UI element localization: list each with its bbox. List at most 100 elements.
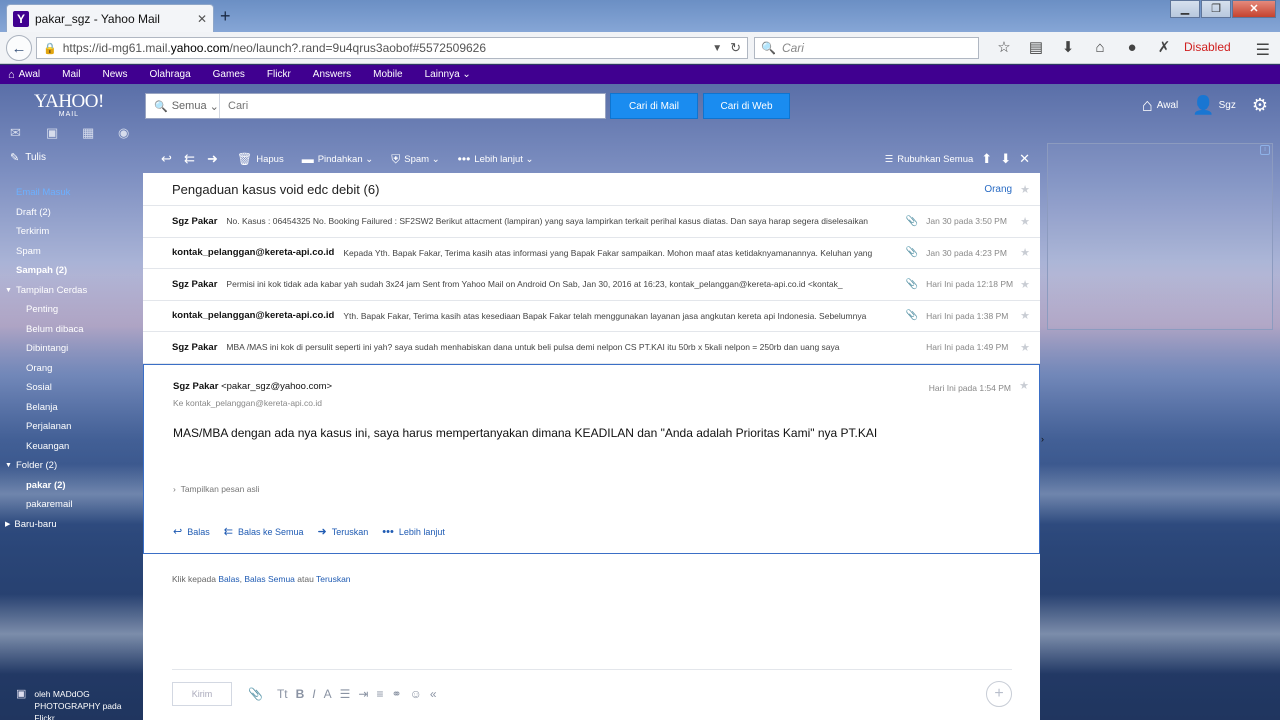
star-icon[interactable]: ★ xyxy=(1020,341,1030,354)
ynav-answers[interactable]: Answers xyxy=(313,69,351,80)
collapse-all-button[interactable]: Rubuhkan Semua xyxy=(897,154,973,165)
sidebar-collapse-arrow[interactable]: › xyxy=(1041,434,1044,444)
arrow-up-icon[interactable]: ⬆ xyxy=(981,151,992,167)
home-link[interactable]: Awal xyxy=(1157,100,1179,111)
hint-reply-link[interactable]: Balas xyxy=(218,574,239,584)
reply-icon[interactable]: ↩ xyxy=(161,151,184,167)
more-actions-button[interactable]: ••• Lebih lanjut xyxy=(382,525,445,538)
hint-forward-link[interactable]: Teruskan xyxy=(316,574,351,584)
star-icon[interactable]: ★ xyxy=(1020,183,1030,196)
arrow-down-icon[interactable]: ⬇ xyxy=(1000,151,1011,167)
sidebar-item-people[interactable]: Orang xyxy=(0,359,140,379)
sidebar-item-trash[interactable]: Sampah (2) xyxy=(0,261,140,281)
sidebar-item-inbox[interactable]: Email Masuk xyxy=(0,183,140,203)
maximize-button[interactable]: ❐ xyxy=(1201,0,1231,18)
show-original-link[interactable]: › Tampilkan pesan asli xyxy=(173,484,259,494)
close-icon[interactable]: ✕ xyxy=(1019,151,1030,167)
star-icon[interactable]: ★ xyxy=(1020,215,1030,228)
user-name[interactable]: Sgz xyxy=(1219,100,1236,111)
gear-icon[interactable]: ⚙ xyxy=(1252,95,1268,116)
sidebar-item-unread[interactable]: Belum dibaca xyxy=(0,320,140,340)
forward-icon[interactable]: ➜ xyxy=(207,151,230,167)
sidebar-item-important[interactable]: Penting xyxy=(0,300,140,320)
home-icon[interactable]: ⌂ xyxy=(1084,39,1116,56)
contacts-icon[interactable]: ▣ xyxy=(46,125,82,141)
ynav-olahraga[interactable]: Olahraga xyxy=(150,69,191,80)
chat-icon[interactable]: ● xyxy=(1116,39,1148,56)
home-icon[interactable]: ⌂ xyxy=(1142,95,1153,116)
addon-icon[interactable]: ✗ xyxy=(1148,38,1180,56)
message-row[interactable]: Sgz Pakar No. Kasus : 06454325 No. Booki… xyxy=(143,206,1040,238)
browser-tab[interactable]: Y pakar_sgz - Yahoo Mail ✕ xyxy=(6,4,214,32)
ynav-news[interactable]: News xyxy=(103,69,128,80)
minimize-button[interactable]: ▁ xyxy=(1170,0,1200,18)
back-button[interactable]: ← xyxy=(6,35,32,61)
reload-icon[interactable]: ↻ xyxy=(730,40,741,56)
sidebar-item-pakar[interactable]: pakar (2) xyxy=(0,476,140,496)
sidebar-section-smart-views[interactable]: ▼ Tampilan Cerdas xyxy=(0,281,140,301)
hint-reply-all-link[interactable]: Balas Semua xyxy=(244,574,295,584)
mail-search-input[interactable] xyxy=(220,100,605,112)
star-icon[interactable]: ★ xyxy=(1020,278,1030,291)
url-bar[interactable]: 🔒 https://id-mg61.mail.yahoo.com/neo/lau… xyxy=(36,37,748,59)
font-size-icon[interactable]: Tt xyxy=(277,687,288,701)
ynav-flickr[interactable]: Flickr xyxy=(267,69,291,80)
sidebar-item-sent[interactable]: Terkirim xyxy=(0,222,140,242)
add-icon[interactable]: + xyxy=(986,681,1012,707)
collapse-all-icon[interactable]: ☰ xyxy=(885,154,894,165)
collapse-format-icon[interactable]: « xyxy=(430,687,437,701)
forward-button[interactable]: ➜ Teruskan xyxy=(318,525,369,538)
notepad-icon[interactable]: ◉ xyxy=(118,125,154,141)
message-row[interactable]: kontak_pelanggan@kereta-api.co.id Kepada… xyxy=(143,238,1040,269)
sidebar-item-starred[interactable]: Dibintangi xyxy=(0,339,140,359)
bookmark-star-icon[interactable]: ☆ xyxy=(988,38,1020,56)
sidebar-item-pakaremail[interactable]: pakaremail xyxy=(0,495,140,515)
sidebar-item-shopping[interactable]: Belanja xyxy=(0,398,140,418)
reply-all-icon[interactable]: ⇇ xyxy=(184,151,207,167)
ad-slot[interactable]: i xyxy=(1047,143,1273,330)
ad-info-icon[interactable]: i xyxy=(1260,145,1270,155)
message-from[interactable]: Sgz Pakar <pakar_sgz@yahoo.com> xyxy=(173,381,332,392)
people-link[interactable]: Orang xyxy=(984,184,1012,195)
yahoo-mail-logo[interactable]: YAHOO! MAIL xyxy=(34,92,104,118)
sidebar-item-travel[interactable]: Perjalanan xyxy=(0,417,140,437)
reply-all-button[interactable]: ⇇ Balas ke Semua xyxy=(224,525,304,538)
emoji-icon[interactable]: ☺ xyxy=(410,687,422,701)
star-icon[interactable]: ★ xyxy=(1020,246,1030,259)
bold-icon[interactable]: B xyxy=(296,687,305,701)
message-row[interactable]: Sgz Pakar MBA /MAS ini kok di persulit s… xyxy=(143,332,1040,364)
message-row[interactable]: kontak_pelanggan@kereta-api.co.id Yth. B… xyxy=(143,301,1040,332)
sidebar-section-folders[interactable]: ▼ Folder (2) xyxy=(0,456,140,476)
indent-icon[interactable]: ⇥ xyxy=(358,687,368,701)
sidebar-item-spam[interactable]: Spam xyxy=(0,242,140,262)
star-icon[interactable]: ★ xyxy=(1019,379,1029,392)
search-web-button[interactable]: Cari di Web xyxy=(703,93,790,119)
spam-button[interactable]: ⛨ Spam ⌄ xyxy=(391,152,439,167)
reply-button[interactable]: ↩ Balas xyxy=(173,525,210,538)
user-avatar-icon[interactable]: 👤 xyxy=(1192,95,1214,116)
close-window-button[interactable]: ✕ xyxy=(1232,0,1276,18)
attachment-icon[interactable]: 📎 xyxy=(248,687,263,701)
reading-list-icon[interactable]: ▤ xyxy=(1020,38,1052,56)
browser-search-box[interactable]: 🔍 Cari xyxy=(754,37,979,59)
calendar-icon[interactable]: ▦ xyxy=(82,125,118,141)
sidebar-item-social[interactable]: Sosial xyxy=(0,378,140,398)
compose-button[interactable]: ✎ Tulis xyxy=(10,151,46,164)
bullet-list-icon[interactable]: ☰ xyxy=(340,687,351,701)
sidebar-item-draft[interactable]: Draft (2) xyxy=(0,203,140,223)
italic-icon[interactable]: I xyxy=(312,687,315,701)
disabled-label[interactable]: Disabled xyxy=(1184,40,1231,54)
delete-button[interactable]: 🗑 Hapus xyxy=(237,152,284,166)
ynav-mail[interactable]: Mail xyxy=(62,69,80,80)
tab-close-icon[interactable]: ✕ xyxy=(197,12,207,26)
search-scope-dropdown[interactable]: 🔍 Semua ⌄ xyxy=(146,94,220,118)
ynav-home[interactable]: ⌂ Awal xyxy=(8,69,40,81)
more-button[interactable]: ••• Lebih lanjut ⌄ xyxy=(458,152,534,166)
link-icon[interactable]: ⚭ xyxy=(392,687,402,701)
message-row[interactable]: Sgz Pakar Permisi ini kok tidak ada kaba… xyxy=(143,269,1040,301)
sidebar-item-finance[interactable]: Keuangan xyxy=(0,437,140,457)
download-icon[interactable]: ⬇ xyxy=(1052,38,1084,56)
hamburger-menu-icon[interactable]: ☰ xyxy=(1256,40,1270,60)
send-button[interactable]: Kirim xyxy=(172,682,232,706)
align-icon[interactable]: ≡ xyxy=(376,687,383,701)
